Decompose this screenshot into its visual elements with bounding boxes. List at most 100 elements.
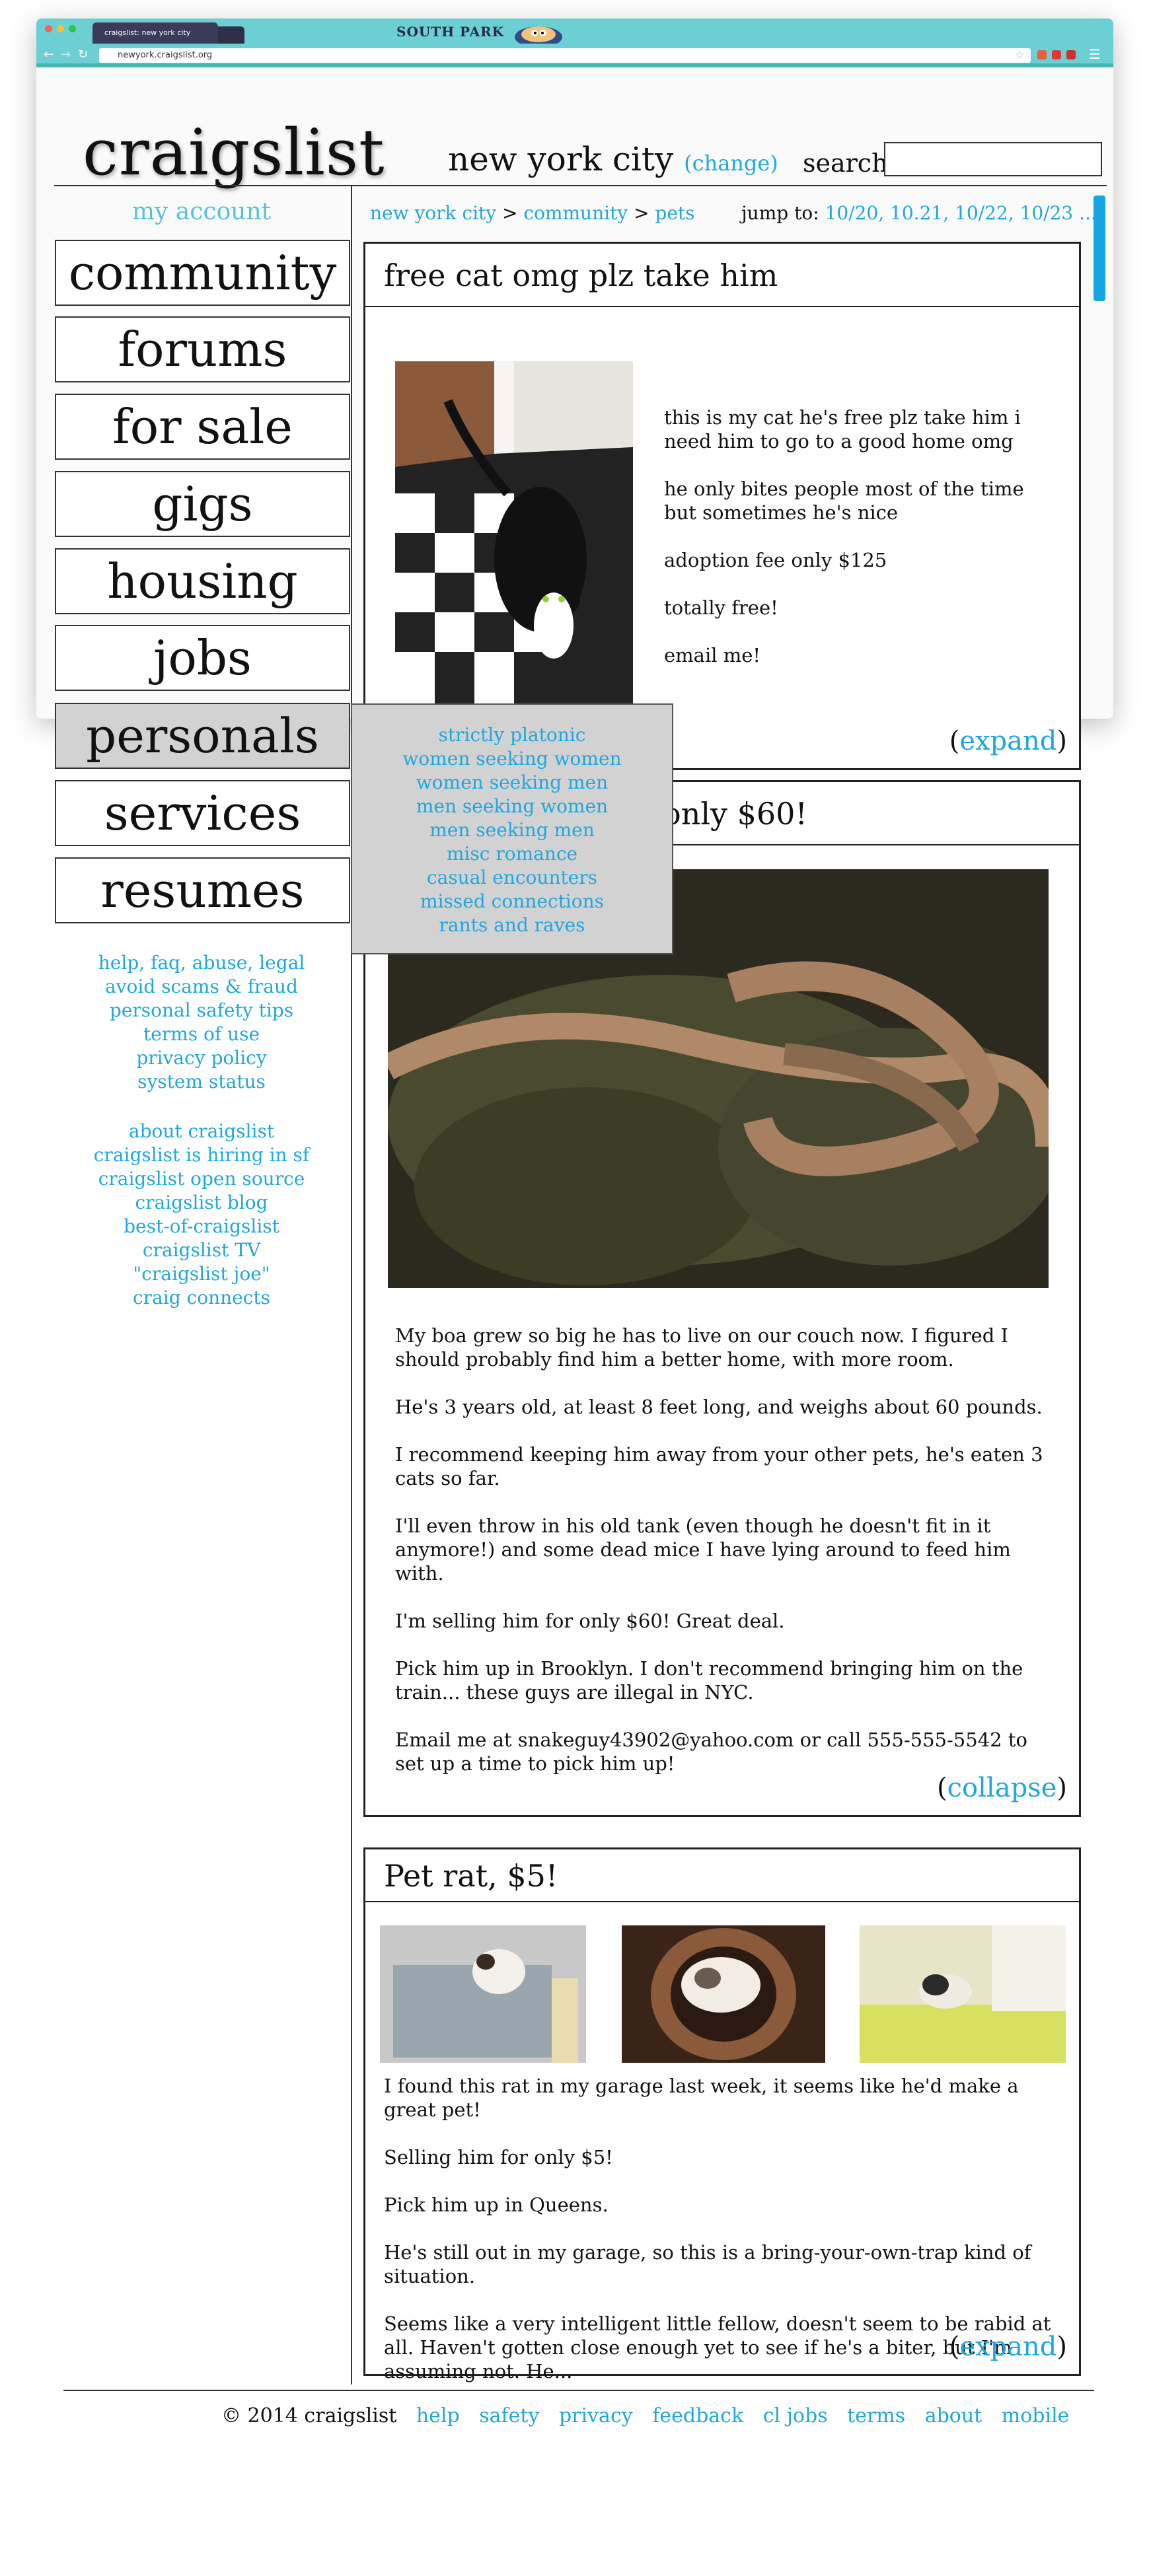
collapse-toggle: (collapse) (937, 1773, 1067, 1803)
expand-link[interactable]: expand (959, 2332, 1056, 2362)
personals-option[interactable]: casual encounters (352, 866, 672, 890)
about-link[interactable]: craig connects (54, 1286, 349, 1310)
about-link[interactable]: best-of-craigslist (54, 1215, 349, 1238)
category-housing[interactable]: housing (55, 548, 350, 614)
new-tab-button[interactable] (218, 26, 244, 44)
personals-option[interactable]: women seeking women (352, 747, 672, 771)
forward-icon[interactable]: → (61, 48, 71, 61)
my-account-link[interactable]: my account (54, 198, 349, 225)
jump-date[interactable]: 10/20, (825, 202, 885, 224)
post-card: Pet rat, $5! I found this rat in my gara… (363, 1847, 1081, 2382)
footer-link-terms[interactable]: terms (847, 2404, 905, 2427)
help-link[interactable]: privacy policy (54, 1046, 349, 1070)
copyright: © 2014 craigslist (221, 2404, 397, 2427)
about-link[interactable]: craigslist is hiring in sf (54, 1143, 349, 1167)
rat-photo-3[interactable] (860, 1925, 1066, 2063)
header-divider (54, 185, 1107, 186)
jump-date[interactable]: 10/23 ... (1020, 202, 1097, 224)
breadcrumb-city[interactable]: new york city (370, 202, 496, 224)
footer-link-help[interactable]: help (416, 2404, 460, 2427)
post-title[interactable]: Pet rat, $5! (365, 1849, 1079, 1902)
help-links: help, faq, abuse, legal avoid scams & fr… (54, 951, 349, 1094)
help-link[interactable]: system status (54, 1070, 349, 1094)
category-services[interactable]: services (55, 780, 350, 846)
personals-option[interactable]: missed connections (352, 890, 672, 913)
category-for-sale[interactable]: for sale (55, 394, 350, 460)
extension-icon[interactable] (1066, 50, 1076, 59)
about-link[interactable]: craigslist blog (54, 1191, 349, 1215)
help-link[interactable]: personal safety tips (54, 999, 349, 1022)
expand-link[interactable]: expand (959, 726, 1056, 756)
search-input[interactable] (884, 142, 1102, 176)
back-icon[interactable]: ← (44, 48, 54, 61)
help-link[interactable]: help, faq, abuse, legal (54, 951, 349, 975)
help-link[interactable]: avoid scams & fraud (54, 975, 349, 999)
post-paragraph: this is my cat he's free plz take him i … (664, 406, 1021, 452)
site-logo[interactable]: craigslist (83, 116, 385, 190)
cat-photo[interactable] (395, 361, 633, 705)
category-forums[interactable]: forums (55, 316, 350, 382)
expand-toggle: (expand) (949, 2332, 1067, 2362)
address-bar[interactable]: newyork.craigslist.org (99, 48, 1031, 63)
breadcrumb: new york city > community > pets (370, 202, 695, 224)
post-body: this is my cat he's free plz take him i … (664, 406, 1054, 691)
rat-photo-1[interactable] (380, 1925, 586, 2063)
help-link[interactable]: terms of use (54, 1022, 349, 1046)
footer-link-safety[interactable]: safety (479, 2404, 539, 2427)
adblock-icon[interactable] (1052, 50, 1061, 59)
close-window-icon[interactable] (45, 25, 52, 32)
personals-option[interactable]: women seeking men (352, 771, 672, 795)
change-city-open: ( (684, 151, 692, 176)
footer-divider (63, 2390, 1094, 2391)
footer-link-cl-jobs[interactable]: cl jobs (763, 2404, 828, 2427)
change-city-link[interactable]: change (692, 151, 770, 176)
post-paragraph: My boa grew so big he has to live on our… (395, 1324, 1008, 1371)
personals-option[interactable]: strictly platonic (352, 723, 672, 747)
post-card: free cat omg plz take him this is my cat… (363, 242, 1081, 770)
category-gigs[interactable]: gigs (55, 471, 350, 537)
browser-tab[interactable]: craigslist: new york city (93, 22, 218, 44)
city-name: new york city (448, 140, 674, 178)
personals-option[interactable]: misc romance (352, 842, 672, 866)
category-resumes[interactable]: resumes (55, 857, 350, 923)
footer-link-privacy[interactable]: privacy (559, 2404, 633, 2427)
personals-option[interactable]: men seeking men (352, 818, 672, 842)
category-personals[interactable]: personals (55, 703, 350, 769)
category-community[interactable]: community (55, 240, 350, 306)
about-link[interactable]: about craigslist (54, 1120, 349, 1143)
collapse-link[interactable]: collapse (947, 1773, 1057, 1803)
about-link[interactable]: craigslist open source (54, 1167, 349, 1191)
breadcrumb-community[interactable]: community (523, 202, 628, 224)
post-paragraph: I'll even throw in his old tank (even th… (395, 1515, 1011, 1585)
post-paragraph: email me! (664, 644, 761, 666)
post-title[interactable]: free cat omg plz take him (365, 244, 1079, 307)
breadcrumb-separator: > (634, 202, 649, 224)
current-city: new york city (change) (448, 140, 778, 178)
personals-option[interactable]: men seeking women (352, 795, 672, 818)
menu-icon[interactable]: ☰ (1089, 46, 1101, 62)
post-paragraph: Email me at snakeguy43902@yahoo.com or c… (395, 1729, 1027, 1775)
reload-icon[interactable]: ↻ (78, 48, 88, 61)
about-link[interactable]: "craigslist joe" (54, 1262, 349, 1286)
jump-date[interactable]: 10.21, (890, 202, 949, 224)
post-paragraph: I found this rat in my garage last week,… (384, 2075, 1019, 2121)
post-paragraph: Selling him for only $5! (384, 2146, 613, 2168)
maximize-window-icon[interactable] (69, 25, 76, 32)
about-link[interactable]: craigslist TV (54, 1238, 349, 1262)
footer-link-mobile[interactable]: mobile (1002, 2404, 1070, 2427)
footer-link-feedback[interactable]: feedback (652, 2404, 743, 2427)
minimize-window-icon[interactable] (57, 25, 64, 32)
category-jobs[interactable]: jobs (55, 625, 350, 691)
breadcrumb-separator: > (502, 202, 518, 224)
personals-option[interactable]: rants and raves (352, 913, 672, 937)
footer-link-about[interactable]: about (925, 2404, 982, 2427)
rat-photo-2[interactable] (622, 1925, 825, 2063)
about-links: about craigslist craigslist is hiring in… (54, 1120, 349, 1310)
jump-date[interactable]: 10/22, (955, 202, 1014, 224)
expand-toggle: (expand) (949, 726, 1067, 756)
bookmark-star-icon[interactable]: ☆ (1015, 48, 1024, 61)
breadcrumb-pets[interactable]: pets (655, 202, 694, 224)
extension-icon[interactable] (1037, 50, 1047, 59)
post-paragraph: Pick him up in Queens. (384, 2194, 609, 2216)
scrollbar-thumb[interactable] (1093, 196, 1105, 301)
